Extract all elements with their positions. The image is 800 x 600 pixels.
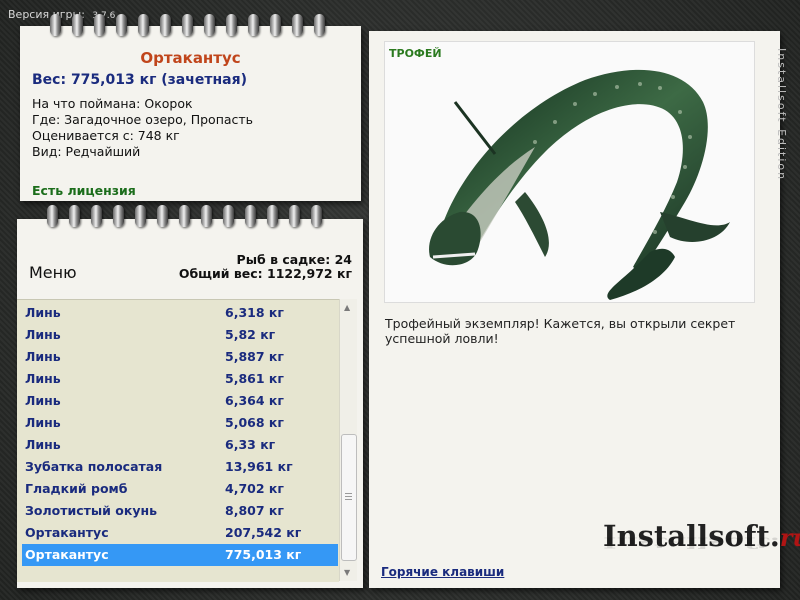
fish-row-weight: 6,33 кг: [225, 437, 276, 452]
fish-list-row[interactable]: Ортакантус 207,542 кг: [22, 522, 338, 544]
fish-row-weight: 775,013 кг: [225, 547, 302, 562]
menu-button[interactable]: Меню: [29, 263, 77, 282]
ring-binding-icon: [267, 205, 278, 227]
ring-binding-icon: [270, 14, 281, 36]
ring-binding-icon: [245, 205, 256, 227]
fish-row-weight: 5,068 кг: [225, 415, 284, 430]
brand-reflection: Installsoft.: [603, 534, 780, 551]
ring-binding-icon: [69, 205, 80, 227]
fish-list-row[interactable]: Гладкий ромб 4,702 кг: [22, 478, 338, 500]
fish-list-row[interactable]: Линь 5,82 кг: [22, 324, 338, 346]
fish-list[interactable]: Линь 6,318 кг Линь 5,82 кг Линь 5,887 кг Линь 5…: [17, 299, 339, 582]
ring-binding-icon: [226, 14, 237, 36]
fish-row-name: Ортакантус: [25, 525, 109, 540]
ring-binding-icon: [248, 14, 259, 36]
fish-row-name: Золотистый окунь: [25, 503, 158, 518]
hotkeys-link[interactable]: Горячие клавиши: [381, 565, 504, 579]
ring-binding-icon: [94, 14, 105, 36]
fish-row-name: Линь: [25, 349, 61, 364]
fish-list-row[interactable]: Ортакантус 775,013 кг: [22, 544, 338, 566]
fish-row-name: Линь: [25, 415, 61, 430]
fish-list-row[interactable]: Зубатка полосатая 13,961 кг: [22, 456, 338, 478]
ring-binding-icon: [138, 14, 149, 36]
fish-row-weight: 6,364 кг: [225, 393, 284, 408]
ring-binding-icon: [50, 14, 61, 36]
fish-row-name: Зубатка полосатая: [25, 459, 163, 474]
fish-row-name: Линь: [25, 305, 61, 320]
fish-list-row[interactable]: Линь 5,887 кг: [22, 346, 338, 368]
ring-binding-icon: [292, 14, 303, 36]
ring-binding-icon: [116, 14, 127, 36]
fish-list-row[interactable]: Золотистый окунь 8,807 кг: [22, 500, 338, 522]
ring-binding-icon: [179, 205, 190, 227]
fish-row-name: Линь: [25, 437, 61, 452]
ring-binding-icon: [223, 205, 234, 227]
ring-binding-icon: [182, 14, 193, 36]
fish-count: Рыб в садке: 24: [236, 252, 352, 267]
fish-row-name: Линь: [25, 393, 61, 408]
notebook-rings: [50, 14, 336, 36]
list-scrollbar[interactable]: ▲ ▼: [339, 299, 357, 581]
fish-row-weight: 13,961 кг: [225, 459, 293, 474]
bait-line: На что поймана: Окорок: [32, 96, 193, 111]
license-status: Есть лицензия: [32, 183, 136, 198]
ring-binding-icon: [160, 14, 171, 36]
scroll-up-arrow-icon[interactable]: ▲: [344, 303, 350, 312]
ring-binding-icon: [72, 14, 83, 36]
ring-binding-icon: [204, 14, 215, 36]
ring-binding-icon: [311, 205, 322, 227]
ring-binding-icon: [47, 205, 58, 227]
fish-list-row[interactable]: Линь 6,33 кг: [22, 434, 338, 456]
trophy-description: Трофейный экземпляр! Кажется, вы открыли…: [385, 316, 736, 346]
catch-info-card: Ортакантус Вес: 775,013 кг (зачетная) На…: [20, 14, 361, 201]
ring-binding-icon: [91, 205, 102, 227]
fish-list-row[interactable]: Линь 5,861 кг: [22, 368, 338, 390]
fish-row-weight: 8,807 кг: [225, 503, 284, 518]
rarity-line: Вид: Редчайший: [32, 144, 141, 159]
ring-binding-icon: [289, 205, 300, 227]
cage-stats: Рыб в садке: 24 Общий вес: 1122,972 кг: [179, 253, 352, 281]
trophy-photo: ТРОФЕЙ: [384, 41, 755, 303]
ring-binding-icon: [201, 205, 212, 227]
fish-row-weight: 5,887 кг: [225, 349, 284, 364]
scroll-thumb[interactable]: [341, 434, 357, 561]
fish-name: Ортакантус: [140, 49, 241, 67]
value-line: Оценивается с: 748 кг: [32, 128, 180, 143]
cage-list-card: Меню Рыб в садке: 24 Общий вес: 1122,972…: [17, 205, 363, 588]
trophy-card: ТРОФЕЙ Трофейный экземпляр! Кажется, вы …: [369, 31, 800, 588]
fish-list-row[interactable]: Линь 5,068 кг: [22, 412, 338, 434]
fish-row-weight: 4,702 кг: [225, 481, 284, 496]
fish-row-name: Ортакантус: [25, 547, 109, 562]
edition-side-text: Installsoft Edition: [775, 48, 788, 182]
fish-row-weight: 6,318 кг: [225, 305, 284, 320]
ring-binding-icon: [314, 14, 325, 36]
total-weight: Общий вес: 1122,972 кг: [178, 266, 352, 281]
ring-binding-icon: [113, 205, 124, 227]
fish-row-weight: 207,542 кг: [225, 525, 302, 540]
fish-row-weight: 5,861 кг: [225, 371, 284, 386]
scroll-down-arrow-icon[interactable]: ▼: [344, 568, 350, 577]
fish-weight: Вес: 775,013 кг (зачетная): [32, 72, 247, 88]
fish-list-row[interactable]: Линь 6,318 кг: [22, 302, 338, 324]
place-line: Где: Загадочное озеро, Пропасть: [32, 112, 254, 127]
ring-binding-icon: [157, 205, 168, 227]
ring-binding-icon: [135, 205, 146, 227]
fish-illustration: [429, 69, 730, 300]
fish-row-name: Гладкий ромб: [25, 481, 128, 496]
fish-list-row[interactable]: Линь 6,364 кг: [22, 390, 338, 412]
fish-row-name: Линь: [25, 371, 61, 386]
notebook-rings: [47, 205, 333, 227]
fish-row-weight: 5,82 кг: [225, 327, 276, 342]
fish-row-name: Линь: [25, 327, 61, 342]
